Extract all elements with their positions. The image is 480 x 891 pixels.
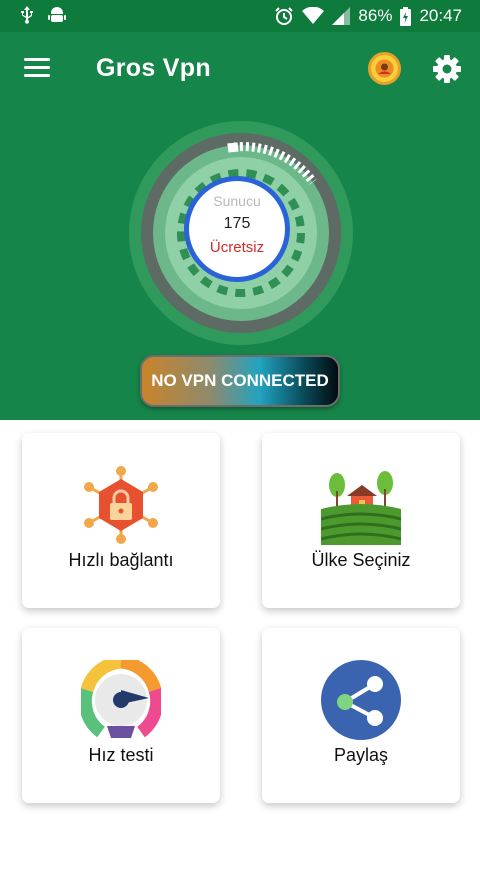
- status-bar: 86% 20:47: [0, 0, 480, 32]
- lock-network-icon: [84, 466, 158, 544]
- android-debug-icon: [48, 7, 66, 22]
- wifi-icon: [302, 7, 325, 24]
- usb-icon: [21, 6, 33, 24]
- connection-status-button[interactable]: NO VPN CONNECTED: [140, 355, 340, 407]
- share-icon: [321, 660, 401, 740]
- battery-percent: 86%: [358, 6, 393, 25]
- signal-icon: [332, 7, 351, 25]
- battery-icon: [400, 6, 412, 26]
- vip-icon[interactable]: [368, 52, 401, 85]
- server-info: Sunucu 175 Ücretsiz: [184, 176, 290, 282]
- speed-test-card[interactable]: Hız testi: [22, 628, 220, 803]
- share-card[interactable]: Paylaş: [262, 628, 460, 803]
- speed-test-label: Hız testi: [88, 745, 154, 765]
- share-label: Paylaş: [333, 745, 389, 765]
- server-label: Sunucu: [213, 193, 261, 209]
- server-type: Ücretsiz: [209, 239, 265, 256]
- speedometer-icon: [81, 660, 161, 738]
- alarm-icon: [275, 7, 294, 25]
- landscape-icon: [321, 471, 401, 545]
- app-title: Gros Vpn: [96, 54, 211, 82]
- select-country-card[interactable]: Ülke Seçiniz: [262, 433, 460, 608]
- gear-icon[interactable]: [432, 54, 462, 84]
- select-country-label: Ülke Seçiniz: [311, 550, 411, 570]
- server-count: 175: [223, 215, 251, 232]
- quick-connect-label: Hızlı bağlantı: [68, 550, 174, 570]
- quick-connect-card[interactable]: Hızlı bağlantı: [22, 433, 220, 608]
- menu-icon[interactable]: [24, 58, 50, 78]
- clock: 20:47: [419, 6, 462, 25]
